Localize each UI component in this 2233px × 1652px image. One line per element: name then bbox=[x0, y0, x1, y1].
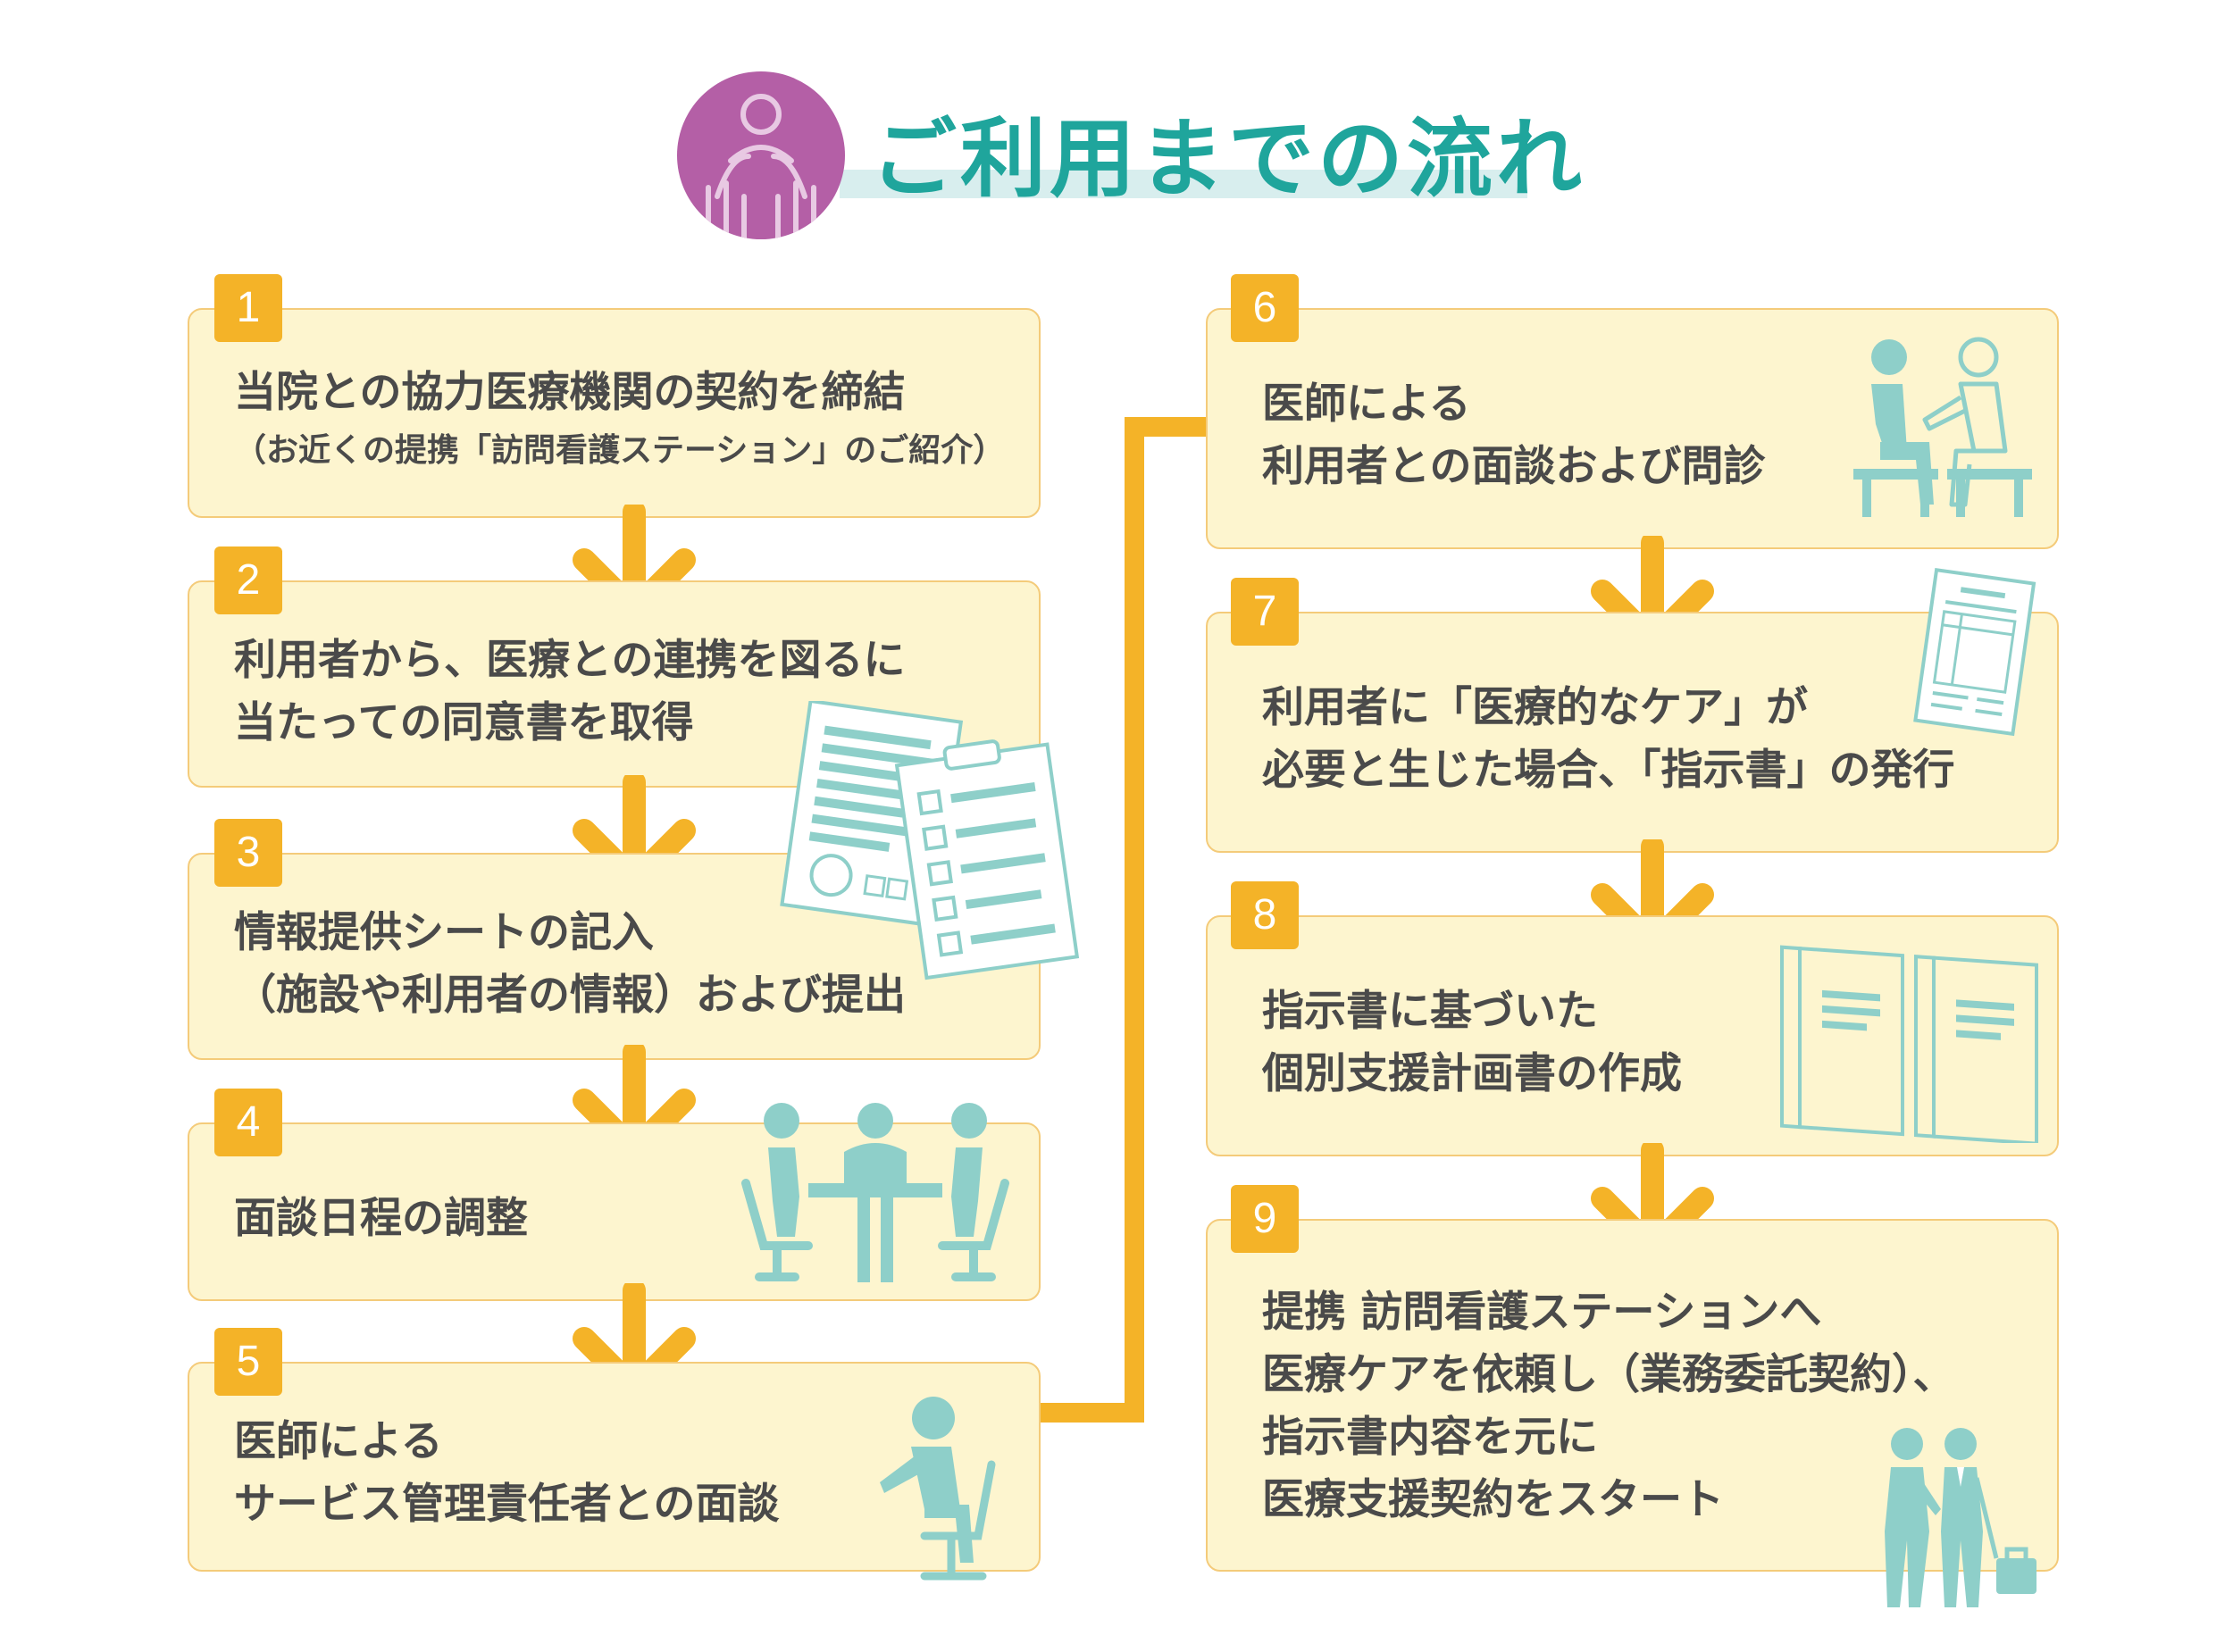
documents-checklist-icon bbox=[780, 701, 1080, 980]
step-2-number: 2 bbox=[214, 546, 282, 614]
seated-person-icon bbox=[880, 1397, 996, 1581]
step-8-number: 8 bbox=[1231, 881, 1299, 949]
step-2-text-line-1: 利用者から、医療との連携を図るに bbox=[234, 636, 906, 685]
step-7-text-line-2: 必要と生じた場合、「指示書」の発行 bbox=[1262, 746, 1955, 795]
step-8-text-line-2: 個別支援計画書の作成 bbox=[1262, 1049, 1682, 1098]
step-9-text-line-3: 指示書内容を元に bbox=[1262, 1413, 1598, 1462]
step-3-text-line-1: 情報提供シートの記入 bbox=[234, 908, 654, 957]
step-3-number: 3 bbox=[214, 819, 282, 887]
step-9-number: 9 bbox=[1231, 1185, 1299, 1253]
step-5-number: 5 bbox=[214, 1328, 282, 1396]
step-4-text: 面談日程の調整 bbox=[234, 1194, 528, 1243]
doctor-consultation-icon bbox=[1853, 337, 2032, 517]
step-6-text-line-1: 医師による bbox=[1262, 380, 1471, 429]
wheelchair-user-icon bbox=[677, 71, 845, 239]
step-7-number: 7 bbox=[1231, 578, 1299, 646]
prescription-document-icon bbox=[1913, 567, 2036, 737]
step-7-text-line-1: 利用者に「医療的なケア」が bbox=[1262, 683, 1808, 732]
plan-documents-icon bbox=[1780, 945, 2038, 1143]
step-2-text-line-2: 当たっての同意書を取得 bbox=[234, 698, 694, 747]
step-4-number: 4 bbox=[214, 1089, 282, 1156]
step-6-number: 6 bbox=[1231, 274, 1299, 342]
step-1-text: 当院との協力医療機関の契約を締結 bbox=[234, 368, 906, 417]
step-9-text-line-1: 提携 訪問看護ステーションへ bbox=[1262, 1288, 1822, 1337]
step-9-text-line-4: 医療支援契約をスタート bbox=[1262, 1475, 1724, 1524]
handshake-business-icon bbox=[1885, 1428, 2036, 1607]
meeting-table-icon bbox=[741, 1103, 1009, 1282]
step-5-text-line-2: サービス管理責任者との面談 bbox=[234, 1480, 780, 1529]
page-title: ご利用までの流れ bbox=[871, 109, 1585, 209]
step-9-text-line-2: 医療ケアを依頼し（業務委託契約）、 bbox=[1262, 1350, 1955, 1399]
step-1-number: 1 bbox=[214, 274, 282, 342]
step-8-text-line-1: 指示書に基づいた bbox=[1262, 987, 1598, 1036]
step-1-subtext: （お近くの提携「訪問看護ステーション」のご紹介） bbox=[234, 432, 1006, 469]
step-5-text-line-1: 医師による bbox=[234, 1417, 443, 1466]
step-6-text-line-2: 利用者との面談および問診 bbox=[1262, 442, 1766, 491]
